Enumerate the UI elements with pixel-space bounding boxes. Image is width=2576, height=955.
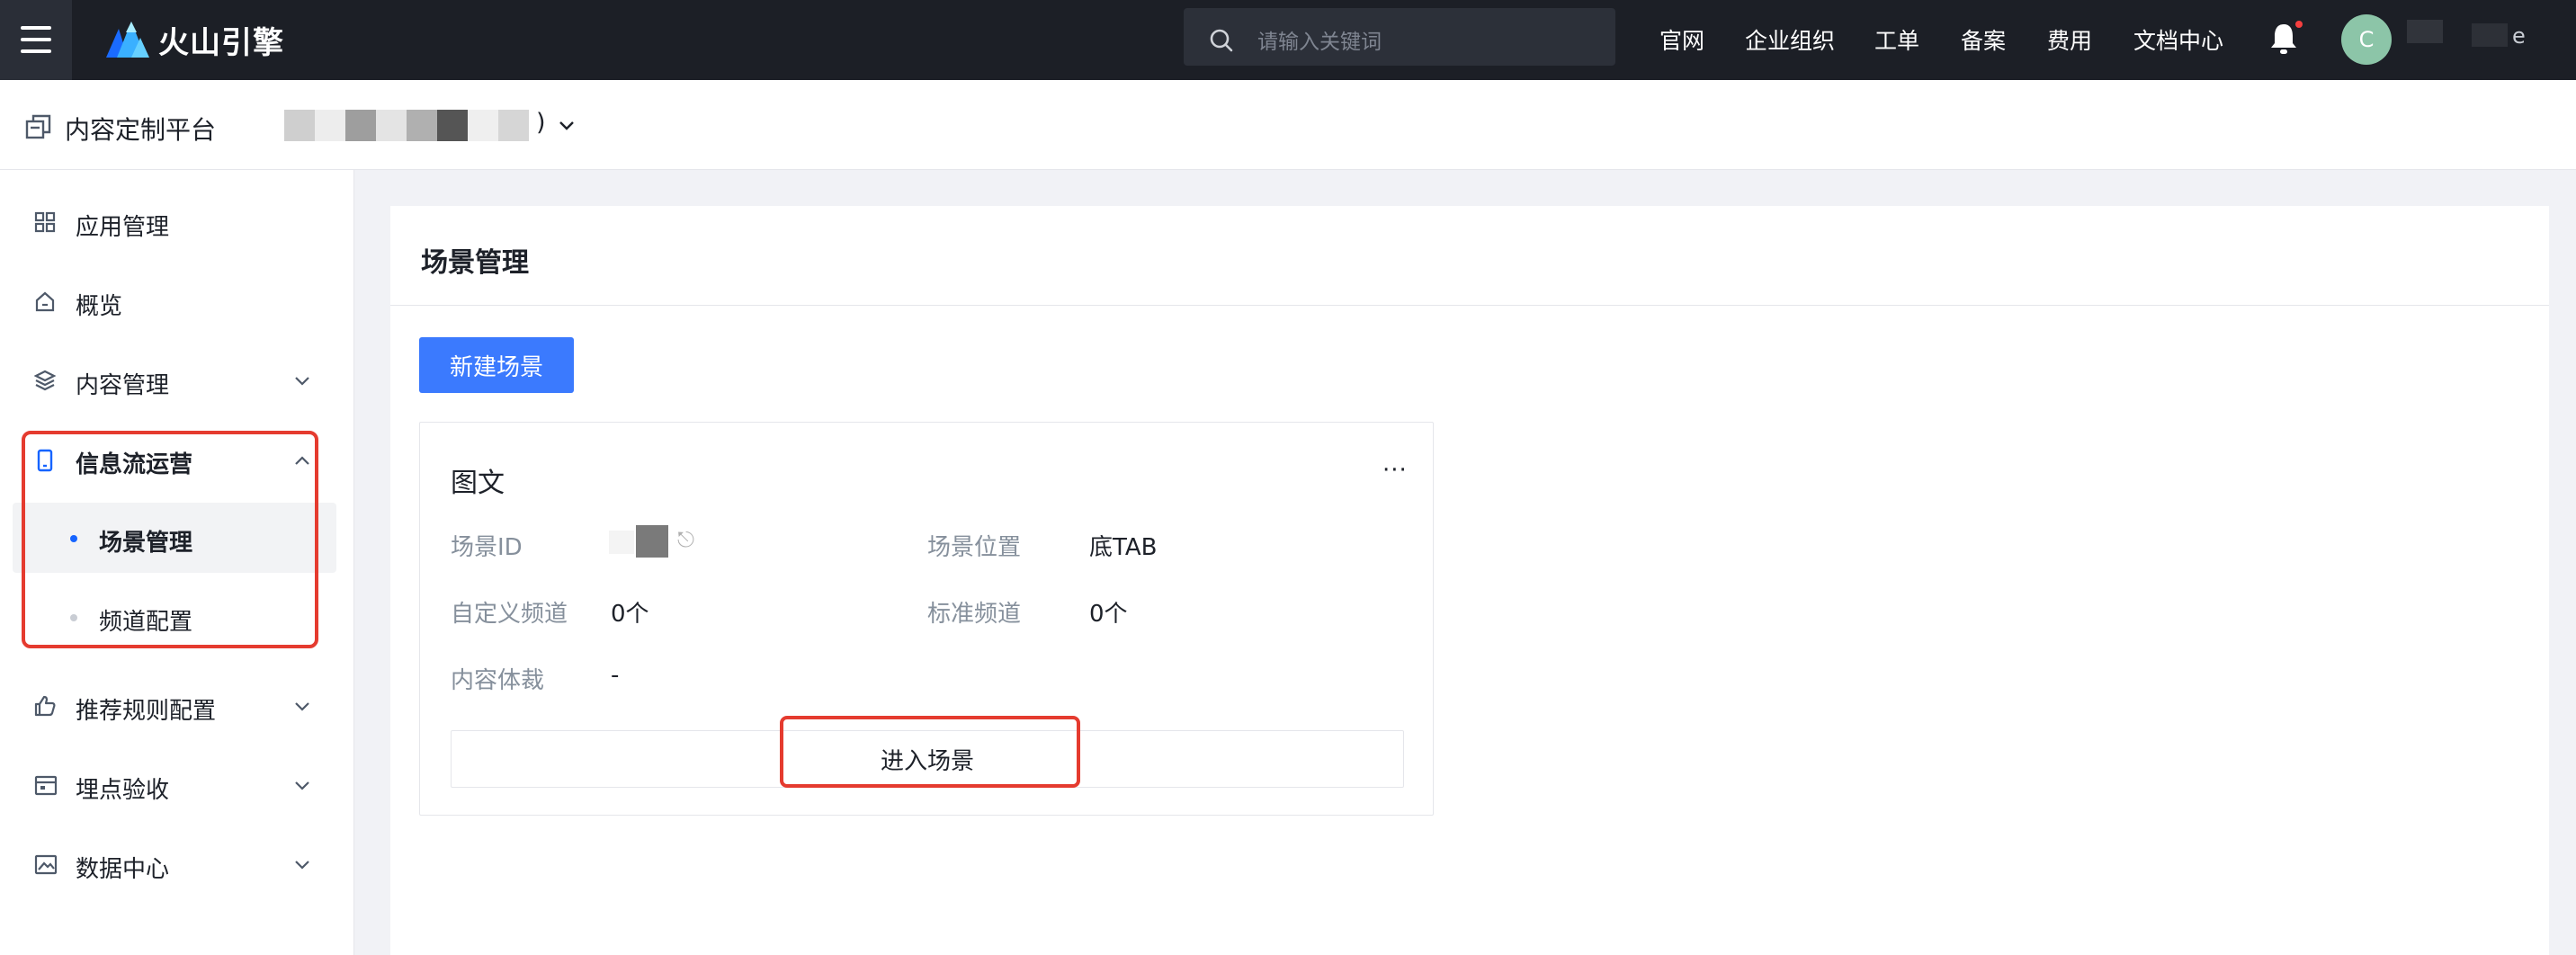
search-icon [1210,29,1233,52]
platform-bar: 内容定制平台 ) [0,80,2576,170]
bell-icon[interactable] [2268,21,2299,57]
scene-card: 图文 ··· 场景ID ⎋ 场景位置 底TAB 自定义频道 0个 标准频道 0个… [419,422,1434,816]
username-mask [2407,20,2443,43]
scene-card-title: 图文 [451,468,505,499]
nav-link-official-site[interactable]: 官网 [1659,23,1704,56]
sidebar-item-label: 数据中心 [76,856,170,883]
sidebar-item-overview[interactable]: 概览 [0,262,354,341]
home-icon [35,291,55,312]
scene-management-panel: 场景管理 新建场景 图文 ··· 场景ID ⎋ 场景位置 底TAB 自定义频道 … [390,206,2549,955]
search-input[interactable]: 请输入关键词 [1184,8,1615,66]
menu-icon[interactable] [0,0,72,80]
brand-name: 火山引擎 [158,24,284,61]
sidebar-item-label: 埋点验收 [76,777,170,804]
sidebar-item-data-center[interactable]: 数据中心 [0,825,354,904]
scene-id-mask-tail: ⎋ [677,527,694,552]
chevron-down-icon [295,781,309,790]
avatar[interactable]: C [2341,14,2392,65]
platform-icon [25,114,51,139]
username-mask [2472,23,2508,47]
sidebar-item-content-management[interactable]: 内容管理 [0,341,354,420]
page-title: 场景管理 [421,247,529,279]
sidebar-item-label: 推荐规则配置 [76,698,217,725]
username-suffix[interactable]: e [2512,23,2526,49]
notification-dot [2295,21,2303,28]
thumbs-up-icon [34,695,56,717]
highlight-box [780,716,1080,788]
scene-position-label: 场景位置 [927,534,1022,561]
chevron-down-icon [295,861,309,870]
more-options-icon[interactable]: ··· [1382,457,1408,484]
standard-channel-label: 标准频道 [927,601,1022,628]
nav-link-organization[interactable]: 企业组织 [1745,23,1835,56]
chevron-down-icon[interactable] [558,120,576,132]
standard-channel-value: 0个 [1089,601,1128,628]
sidebar-item-tracking-acceptance[interactable]: 埋点验收 [0,745,354,825]
scene-position-value: 底TAB [1089,534,1158,561]
brand-logo[interactable]: 火山引擎 [104,18,284,61]
nav-link-billing[interactable]: 费用 [2047,23,2092,56]
chevron-down-icon [295,377,309,386]
custom-channel-label: 自定义频道 [451,601,568,628]
project-name-mask[interactable] [284,110,529,141]
sidebar-item-label: 内容管理 [76,372,170,399]
sidebar: 应用管理 概览 内容管理 信息流运营 场景管理 频道配置 推荐规则配置 埋点验收… [0,170,354,955]
top-nav-bar: 火山引擎 请输入关键词 官网 企业组织 工单 备案 费用 文档中心 C e [0,0,2576,80]
sidebar-item-app-management[interactable]: 应用管理 [0,183,354,262]
volcano-logo-icon [106,22,149,58]
nav-link-docs[interactable]: 文档中心 [2133,23,2223,56]
scene-id-label: 场景ID [451,534,523,561]
project-name-suffix: ) [536,109,546,137]
image-icon [34,854,58,875]
new-scene-button[interactable]: 新建场景 [419,337,574,393]
content-genre-label: 内容体裁 [451,667,545,694]
nav-link-tickets[interactable]: 工单 [1874,23,1919,56]
scene-id-mask [636,525,668,558]
scene-id-mask [609,531,634,554]
content-genre-value: - [611,662,620,689]
highlight-box [22,431,318,648]
divider [390,305,2549,306]
custom-channel-value: 0个 [611,601,649,628]
layers-icon [34,370,56,391]
calendar-icon [34,775,58,796]
sidebar-item-label: 应用管理 [76,214,170,241]
sidebar-item-label: 概览 [76,293,123,320]
nav-link-filing[interactable]: 备案 [1961,23,2006,56]
sidebar-item-recommendation-rules[interactable]: 推荐规则配置 [0,666,354,745]
grid-icon [34,211,56,233]
chevron-down-icon [295,702,309,711]
search-placeholder: 请输入关键词 [1257,31,1382,54]
platform-name: 内容定制平台 [65,115,217,145]
